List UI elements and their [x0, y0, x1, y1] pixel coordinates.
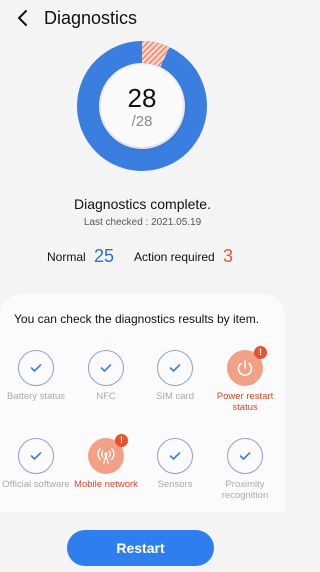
item-status-circle: ! — [227, 346, 267, 386]
total-count: /28 — [131, 113, 153, 130]
result-counts: Normal 25 Action required 3 — [0, 244, 285, 268]
normal-label: Normal — [47, 250, 86, 264]
check-icon — [169, 364, 181, 372]
normal-value: 25 — [94, 246, 115, 266]
item-status-circle — [157, 438, 193, 474]
item-official-software[interactable]: Official software — [1, 438, 71, 490]
ring-warning-arc — [141, 41, 170, 68]
power-restart-icon — [237, 360, 253, 376]
item-label: Power restart status — [216, 391, 274, 413]
last-checked: Last checked : 2021.05.19 — [83, 217, 202, 228]
signal-tower-icon — [97, 447, 115, 465]
item-label: Battery status — [6, 391, 66, 402]
item-label: Proximity recognition — [221, 479, 269, 501]
passed-count: 28 — [127, 83, 157, 113]
chevron-left-icon — [18, 10, 27, 26]
item-sim-card[interactable]: SIM card — [140, 350, 210, 402]
check-icon — [169, 452, 181, 460]
warning-badge: ! — [115, 434, 128, 447]
item-status-circle — [88, 350, 124, 386]
item-label: NFC — [96, 391, 116, 402]
item-status-circle: ! — [88, 434, 128, 474]
item-power-restart-status[interactable]: ! Power restart status — [210, 346, 280, 413]
item-label: Sensors — [157, 479, 193, 490]
restart-button[interactable]: Restart — [67, 530, 214, 566]
diagnostics-screen: Diagnostics 28 /28 Diagnostics complete.… — [0, 0, 285, 572]
item-status-circle — [227, 438, 263, 474]
check-icon — [100, 364, 112, 372]
item-label: Mobile network — [74, 479, 138, 490]
item-label: Official software — [2, 479, 70, 490]
warning-badge: ! — [254, 346, 267, 359]
card-instruction: You can check the diagnostics results by… — [14, 312, 260, 326]
item-status-circle — [18, 350, 54, 386]
action-required-label: Action required — [134, 250, 215, 264]
item-sensors[interactable]: Sensors — [140, 438, 210, 490]
page-title: Diagnostics — [44, 7, 138, 28]
item-mobile-network[interactable]: ! Mobile network — [71, 434, 141, 490]
action-required-value: 3 — [223, 246, 234, 266]
item-nfc[interactable]: NFC — [71, 350, 141, 402]
check-icon — [30, 452, 42, 460]
header: Diagnostics — [0, 0, 285, 36]
item-label: SIM card — [155, 391, 194, 402]
item-status-circle — [157, 350, 193, 386]
check-icon — [239, 452, 251, 460]
item-status-circle — [18, 438, 54, 474]
ring-center: 28 /28 — [101, 65, 183, 147]
item-proximity-recognition[interactable]: Proximity recognition — [210, 438, 280, 501]
status-title: Diagnostics complete. — [74, 196, 211, 212]
result-ring: 28 /28 — [76, 40, 208, 172]
item-battery-status[interactable]: Battery status — [1, 350, 71, 402]
back-button[interactable] — [8, 3, 38, 33]
check-icon — [30, 364, 42, 372]
